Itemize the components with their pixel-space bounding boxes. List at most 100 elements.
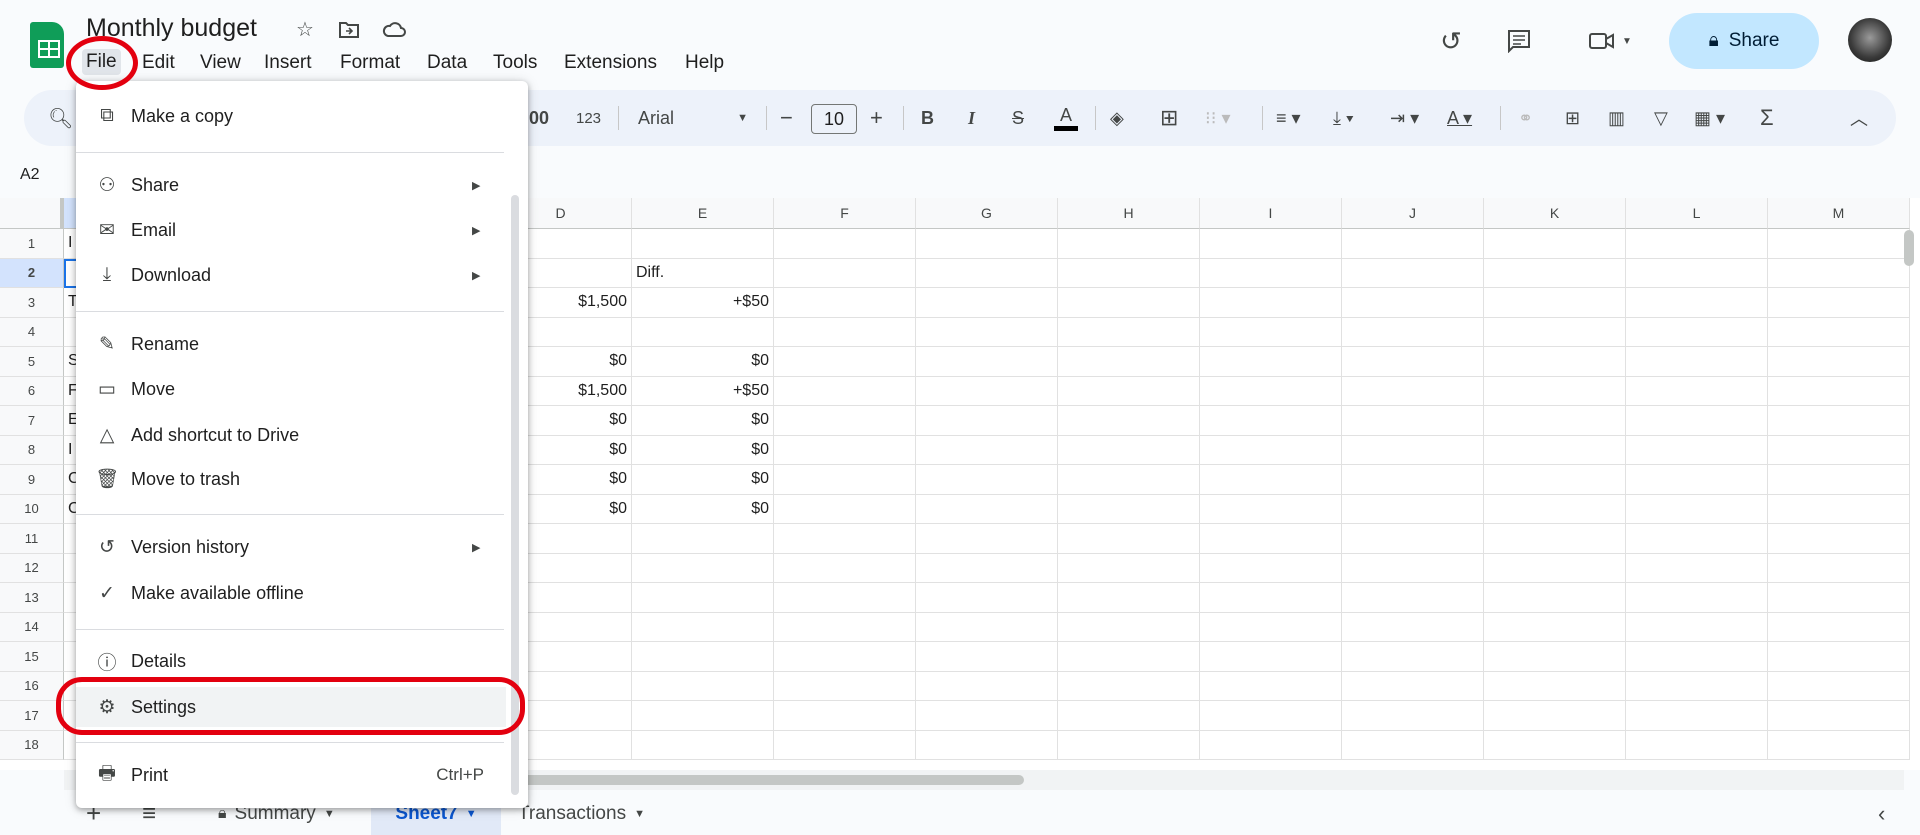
cell-F8[interactable] — [774, 435, 916, 465]
cell-M2[interactable] — [1768, 258, 1910, 288]
cell-M1[interactable] — [1768, 229, 1910, 259]
row-header-17[interactable]: 17 — [0, 701, 64, 731]
cell-I9[interactable] — [1200, 465, 1342, 495]
cell-H17[interactable] — [1058, 701, 1200, 731]
sheets-logo[interactable] — [30, 22, 64, 68]
cell-J2[interactable] — [1342, 258, 1484, 288]
cell-L8[interactable] — [1626, 435, 1768, 465]
menu-item-share[interactable]: ⚇ Share ▶ — [76, 165, 506, 205]
cell-J15[interactable] — [1342, 642, 1484, 672]
cell-J3[interactable] — [1342, 288, 1484, 318]
cell-G16[interactable] — [916, 671, 1058, 701]
menu-view[interactable]: View — [200, 52, 241, 74]
cell-L2[interactable] — [1626, 258, 1768, 288]
menu-format[interactable]: Format — [340, 52, 400, 74]
move-folder-icon[interactable] — [336, 16, 362, 42]
cell-E10[interactable]: $0 — [632, 494, 774, 524]
cell-F3[interactable] — [774, 288, 916, 318]
cell-K10[interactable] — [1484, 494, 1626, 524]
cell-H11[interactable] — [1058, 524, 1200, 554]
bold-button[interactable]: B — [921, 90, 934, 146]
history-icon[interactable]: ↺ — [1434, 24, 1468, 58]
cell-K17[interactable] — [1484, 701, 1626, 731]
menu-item-details[interactable]: ⓘ Details — [76, 641, 506, 681]
cell-F16[interactable] — [774, 671, 916, 701]
cell-K7[interactable] — [1484, 406, 1626, 436]
cell-I14[interactable] — [1200, 612, 1342, 642]
cell-F2[interactable] — [774, 258, 916, 288]
cell-E17[interactable] — [632, 701, 774, 731]
filter-icon[interactable]: ▽ — [1654, 90, 1668, 146]
cell-G2[interactable] — [916, 258, 1058, 288]
cell-G8[interactable] — [916, 435, 1058, 465]
cell-K1[interactable] — [1484, 229, 1626, 259]
cell-L15[interactable] — [1626, 642, 1768, 672]
cell-K18[interactable] — [1484, 730, 1626, 760]
cell-G18[interactable] — [916, 730, 1058, 760]
cell-I8[interactable] — [1200, 435, 1342, 465]
cell-G15[interactable] — [916, 642, 1058, 672]
cell-G17[interactable] — [916, 701, 1058, 731]
cell-F1[interactable] — [774, 229, 916, 259]
cell-M5[interactable] — [1768, 347, 1910, 377]
cell-E14[interactable] — [632, 612, 774, 642]
menu-item-rename[interactable]: ✎ Rename — [76, 324, 506, 364]
cell-E1[interactable] — [632, 229, 774, 259]
row-header-9[interactable]: 9 — [0, 465, 64, 495]
star-icon[interactable]: ☆ — [292, 16, 318, 42]
cell-G4[interactable] — [916, 317, 1058, 347]
cell-F5[interactable] — [774, 347, 916, 377]
menu-help[interactable]: Help — [685, 52, 724, 74]
cell-I7[interactable] — [1200, 406, 1342, 436]
increase-font-size-button[interactable]: + — [870, 90, 883, 146]
search-menus-icon[interactable]: 🔍︎ — [48, 90, 73, 146]
row-header-8[interactable]: 8 — [0, 435, 64, 465]
column-header-j[interactable]: J — [1342, 198, 1484, 229]
cell-L12[interactable] — [1626, 553, 1768, 583]
cell-M11[interactable] — [1768, 524, 1910, 554]
cell-L10[interactable] — [1626, 494, 1768, 524]
strikethrough-button[interactable]: S — [1012, 90, 1024, 146]
font-family-select[interactable]: Arial ▼ — [638, 90, 748, 146]
cell-M13[interactable] — [1768, 583, 1910, 613]
row-header-13[interactable]: 13 — [0, 583, 64, 613]
menu-item-make-available-offline[interactable]: ✓ Make available offline — [76, 573, 506, 613]
cell-F4[interactable] — [774, 317, 916, 347]
cell-E7[interactable]: $0 — [632, 406, 774, 436]
cell-E2[interactable]: Diff. — [632, 258, 774, 288]
cell-L14[interactable] — [1626, 612, 1768, 642]
cell-I6[interactable] — [1200, 376, 1342, 406]
cell-E11[interactable] — [632, 524, 774, 554]
cell-J8[interactable] — [1342, 435, 1484, 465]
text-rotation-icon[interactable]: A ▾ — [1447, 90, 1472, 146]
cell-E9[interactable]: $0 — [632, 465, 774, 495]
menu-data[interactable]: Data — [427, 52, 467, 74]
cell-F10[interactable] — [774, 494, 916, 524]
cell-G11[interactable] — [916, 524, 1058, 554]
cell-L16[interactable] — [1626, 671, 1768, 701]
cell-F7[interactable] — [774, 406, 916, 436]
cell-E16[interactable] — [632, 671, 774, 701]
cell-K9[interactable] — [1484, 465, 1626, 495]
cell-M4[interactable] — [1768, 317, 1910, 347]
column-header-h[interactable]: H — [1058, 198, 1200, 229]
cell-L18[interactable] — [1626, 730, 1768, 760]
cell-G6[interactable] — [916, 376, 1058, 406]
cell-M10[interactable] — [1768, 494, 1910, 524]
cell-J1[interactable] — [1342, 229, 1484, 259]
cell-K4[interactable] — [1484, 317, 1626, 347]
cell-G7[interactable] — [916, 406, 1058, 436]
cell-I16[interactable] — [1200, 671, 1342, 701]
comment-icon[interactable] — [1502, 24, 1536, 58]
cell-J9[interactable] — [1342, 465, 1484, 495]
cell-L13[interactable] — [1626, 583, 1768, 613]
cell-H10[interactable] — [1058, 494, 1200, 524]
column-header-e[interactable]: E — [632, 198, 774, 229]
cell-H1[interactable] — [1058, 229, 1200, 259]
menu-item-add-shortcut-to-drive[interactable]: △ Add shortcut to Drive — [76, 415, 506, 455]
cell-I4[interactable] — [1200, 317, 1342, 347]
menu-tools[interactable]: Tools — [493, 52, 537, 74]
menu-item-move-to-trash[interactable]: 🗑︎ Move to trash — [76, 459, 506, 499]
cell-F6[interactable] — [774, 376, 916, 406]
column-header-l[interactable]: L — [1626, 198, 1768, 229]
